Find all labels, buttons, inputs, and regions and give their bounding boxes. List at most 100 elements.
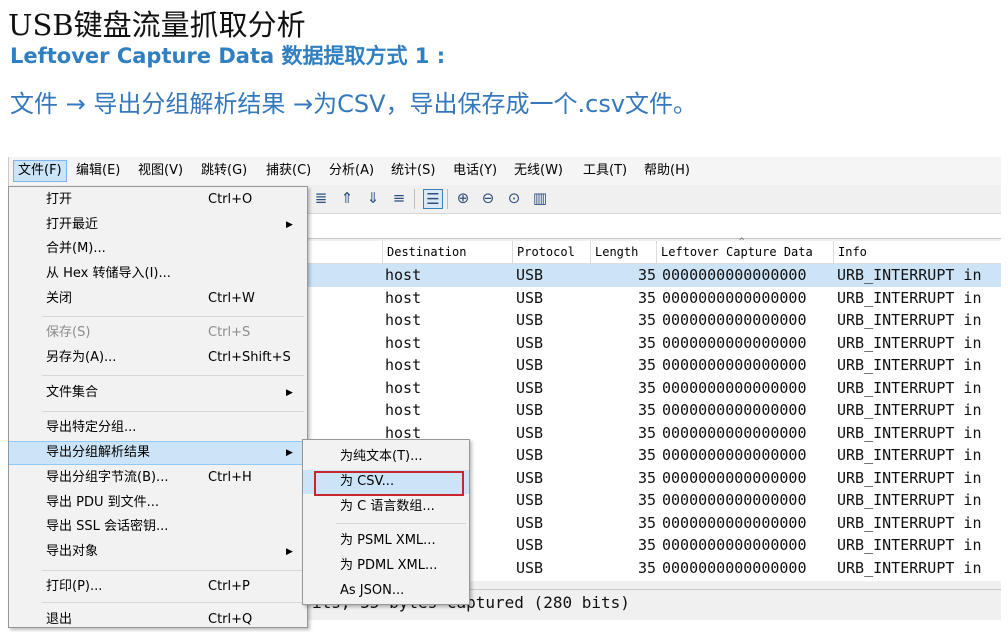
cell-info: URB_INTERRUPT in (837, 401, 982, 419)
cell-length: 35 (637, 558, 656, 577)
zoom-reset-icon[interactable]: ⊙ (505, 189, 523, 207)
menu-item-label: 文件集合 (46, 385, 99, 400)
cell-protocol: USB (516, 401, 544, 419)
cell-info: URB_INTERRUPT in (837, 333, 982, 352)
column-header-length[interactable]: Length (590, 241, 638, 263)
file-menu-item-13[interactable]: 导出对象 ▶ (9, 540, 307, 564)
menu-separator (42, 316, 304, 317)
file-menu-item-3[interactable]: 从 Hex 转储导入(I)... (9, 262, 307, 286)
menu-item-4[interactable]: 捕获(C) (262, 161, 315, 181)
cell-length: 35 (637, 356, 656, 374)
cell-length: 35 (637, 446, 656, 464)
file-menu-item-5: 保存(S) Ctrl+S (9, 321, 307, 345)
cell-leftover-data: 0000000000000000 (662, 266, 807, 284)
export-submenu-item-4[interactable]: 为 PDML XML... (303, 554, 469, 578)
zoom-out-icon[interactable]: ⊖ (479, 189, 497, 207)
cell-destination: host (385, 356, 422, 374)
menu-item-0[interactable]: 文件(F) (13, 160, 67, 182)
toolbar-separator (414, 189, 415, 209)
menu-item-6[interactable]: 统计(S) (387, 161, 439, 181)
menu-item-label: 导出分组解析结果 (46, 445, 151, 460)
autoscroll-icon[interactable]: ≡ (390, 189, 408, 207)
cell-protocol: USB (516, 378, 544, 397)
cell-protocol: USB (516, 558, 544, 577)
cell-length: 35 (637, 266, 656, 284)
menu-item-10[interactable]: 帮助(H) (640, 161, 694, 181)
menu-item-label: 合并(M)... (46, 241, 106, 256)
submenu-arrow-icon: ▶ (286, 388, 293, 398)
column-header-leftover-capture-data[interactable]: Leftover Capture Data (656, 241, 813, 263)
file-menu-item-0[interactable]: 打开 Ctrl+O (9, 188, 307, 212)
cell-protocol: USB (516, 423, 544, 442)
file-menu-item-10[interactable]: 导出分组字节流(B)... Ctrl+H (9, 466, 307, 490)
cell-leftover-data: 0000000000000000 (662, 423, 807, 442)
cell-length: 35 (637, 536, 656, 554)
file-menu-item-12[interactable]: 导出 SSL 会话密钥... (9, 515, 307, 539)
zoom-in-icon[interactable]: ⊕ (454, 189, 472, 207)
file-menu-item-4[interactable]: 关闭 Ctrl+W (9, 287, 307, 311)
menu-separator (42, 375, 304, 376)
menu-item-7[interactable]: 电话(Y) (449, 161, 501, 181)
menu-item-label: As JSON... (340, 583, 405, 598)
file-menu-item-11[interactable]: 导出 PDU 到文件... (9, 491, 307, 515)
menu-item-8[interactable]: 无线(W) (510, 161, 567, 181)
colorize-rows-icon[interactable]: ☰ (423, 189, 443, 209)
cell-length: 35 (637, 513, 656, 532)
menu-item-5[interactable]: 分析(A) (325, 161, 378, 181)
cell-protocol: USB (516, 446, 544, 464)
export-submenu-item-2[interactable]: 为 C 语言数组... (303, 495, 469, 519)
cell-info: URB_INTERRUPT in (837, 446, 982, 464)
cell-leftover-data: 0000000000000000 (662, 468, 807, 487)
colorize-icon[interactable]: ≣ (312, 189, 330, 207)
file-menu-item-7[interactable]: 文件集合 ▶ (9, 381, 307, 405)
export-submenu-item-0[interactable]: 为纯文本(T)... (303, 445, 469, 469)
column-header-protocol[interactable]: Protocol (512, 241, 575, 263)
slide-subtitle: Leftover Capture Data 数据提取方式 1 : (10, 44, 446, 68)
file-menu-item-9[interactable]: 导出分组解析结果 ▶ (9, 441, 307, 465)
export-submenu-item-3[interactable]: 为 PSML XML... (303, 529, 469, 553)
file-menu-item-6[interactable]: 另存为(A)... Ctrl+Shift+S (9, 346, 307, 370)
submenu-arrow-icon: ▶ (286, 220, 293, 230)
go-first-icon[interactable]: ⇑ (338, 189, 356, 207)
menu-item-9[interactable]: 工具(T) (579, 161, 631, 181)
menu-item-3[interactable]: 跳转(G) (197, 161, 251, 181)
file-menu-item-8[interactable]: 导出特定分组... (9, 416, 307, 440)
cell-info: URB_INTERRUPT in (837, 356, 982, 374)
menu-item-label: 打印(P)... (46, 579, 103, 594)
file-menu-item-2[interactable]: 合并(M)... (9, 237, 307, 261)
file-menu-item-14[interactable]: 打印(P)... Ctrl+P (9, 575, 307, 599)
menu-separator (336, 523, 466, 524)
menu-bar: 文件(F) 编辑(E) 视图(V) 跳转(G) 捕获(C) 分析(A) 统计(S) 电话(Y)… (9, 157, 1001, 185)
menu-item-shortcut: Ctrl+O (208, 192, 253, 207)
cell-destination: host (385, 378, 422, 397)
column-header-info[interactable]: Info (833, 241, 867, 263)
cell-info: URB_INTERRUPT in (837, 558, 982, 577)
resize-columns-icon[interactable]: ▥ (531, 189, 549, 207)
file-menu-item-15[interactable]: 退出 Ctrl+Q (9, 608, 307, 632)
menu-item-1[interactable]: 编辑(E) (72, 161, 124, 181)
cell-destination: host (385, 266, 422, 284)
cell-protocol: USB (516, 266, 544, 284)
menu-item-2[interactable]: 视图(V) (134, 161, 187, 181)
cell-protocol: USB (516, 288, 544, 307)
submenu-arrow-icon: ▶ (286, 448, 293, 458)
menu-item-shortcut: Ctrl+P (208, 579, 250, 594)
export-submenu-item-5[interactable]: As JSON... (303, 579, 469, 603)
cell-protocol: USB (516, 491, 544, 509)
menu-item-label: 保存(S) (46, 325, 91, 340)
cell-info: URB_INTERRUPT in (837, 468, 982, 487)
cell-leftover-data: 0000000000000000 (662, 446, 807, 464)
menu-item-label: 打开最近 (46, 217, 99, 232)
cell-leftover-data: 0000000000000000 (662, 333, 807, 352)
cell-info: URB_INTERRUPT in (837, 536, 982, 554)
cell-leftover-data: 0000000000000000 (662, 311, 807, 329)
go-last-icon[interactable]: ⇓ (364, 189, 382, 207)
file-menu-item-1[interactable]: 打开最近 ▶ (9, 213, 307, 237)
column-header-destination[interactable]: Destination (382, 241, 466, 263)
export-dissections-submenu: 为纯文本(T)... 为 CSV... 为 C 语言数组... 为 PSML XML.… (302, 439, 470, 605)
cell-leftover-data: 0000000000000000 (662, 558, 807, 577)
cell-length: 35 (637, 333, 656, 352)
cell-destination: host (385, 333, 422, 352)
csv-highlight-box (314, 471, 464, 496)
menu-separator (42, 602, 304, 603)
